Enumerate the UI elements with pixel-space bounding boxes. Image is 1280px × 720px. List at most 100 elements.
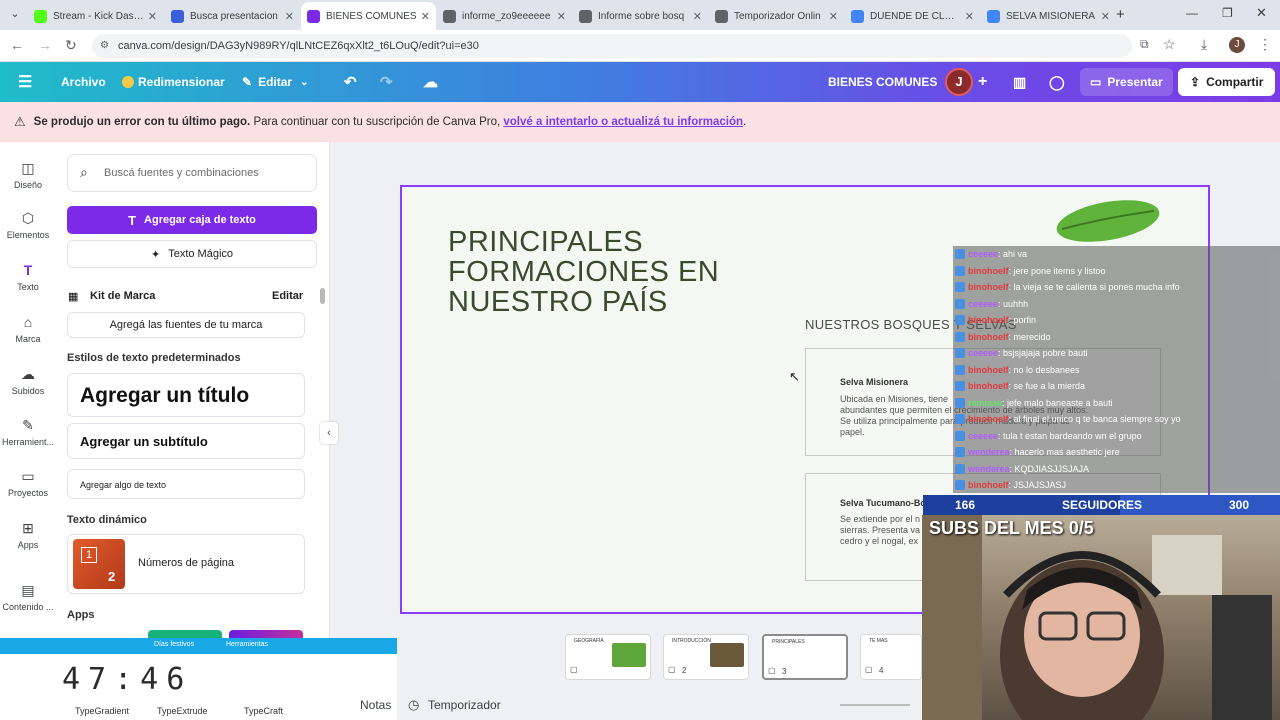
rail-item-folder[interactable]: ▭ Proyectos bbox=[0, 468, 56, 498]
chat-message: wenderea: hacerlo mas aesthetic jere bbox=[955, 444, 1120, 460]
rail-item-tools[interactable]: ✎ Herramient... bbox=[0, 417, 56, 447]
new-tab-icon[interactable]: + bbox=[1116, 6, 1125, 23]
tab-search-icon[interactable]: ⌄ bbox=[6, 7, 24, 23]
browser-tab[interactable]: SELVA MISIONERA ✕ bbox=[981, 4, 1116, 28]
tab-close-icon[interactable]: ✕ bbox=[1101, 10, 1110, 23]
bookmark-star-icon[interactable]: ☆ bbox=[1163, 36, 1176, 53]
rail-item-design[interactable]: ◫ Diseño bbox=[0, 160, 56, 190]
error-link[interactable]: volvé a intentarlo o actualizá tu inform… bbox=[503, 116, 743, 128]
chat-username: binohoelf bbox=[968, 315, 1009, 325]
rail-item-upload[interactable]: ☁ Subidos bbox=[0, 366, 56, 396]
leaf-image[interactable] bbox=[1052, 195, 1162, 251]
magic-text-button[interactable]: ✦ Texto Mágico bbox=[67, 240, 317, 268]
timer-tab-1[interactable]: TypeGradient bbox=[75, 706, 129, 716]
insights-chart-icon[interactable]: ▥ bbox=[1013, 62, 1026, 102]
thumb-number: 2 bbox=[682, 666, 687, 675]
url-input[interactable]: ⚙ canva.com/design/DAG3yN989RY/qlLNtCEZ6… bbox=[92, 34, 1132, 58]
reload-icon[interactable]: ↻ bbox=[65, 37, 77, 54]
notas-button[interactable]: Notas bbox=[360, 698, 391, 712]
add-textbox-button[interactable]: T Agregar caja de texto bbox=[67, 206, 317, 234]
page-thumbnail[interactable]: INTRODUCCIÓN ▢ 2 bbox=[663, 634, 749, 680]
rail-item-elements[interactable]: ⬡ Elementos bbox=[0, 210, 56, 240]
chat-username: ramiaaa bbox=[968, 397, 1003, 408]
temporizador-button[interactable]: Temporizador bbox=[428, 698, 501, 712]
site-info-icon[interactable]: ⚙ bbox=[100, 34, 109, 58]
presentar-button[interactable]: ▭ Presentar bbox=[1080, 68, 1173, 96]
profile-avatar[interactable]: J bbox=[1229, 37, 1245, 53]
browser-tab[interactable]: Stream - Kick Dashb ✕ bbox=[28, 4, 163, 28]
compartir-button[interactable]: ⇪ Compartir bbox=[1178, 68, 1276, 96]
page-thumbnail[interactable]: PRINCIPALES ▢ 3 bbox=[762, 634, 848, 680]
browser-tab[interactable]: Temporizador Onlin ✕ bbox=[709, 4, 844, 28]
chat-badge-icon bbox=[955, 381, 965, 391]
collapse-panel-chevron-icon[interactable]: ‹ bbox=[320, 422, 338, 444]
restore-icon[interactable]: ❐ bbox=[1222, 6, 1233, 20]
chat-badge-icon bbox=[955, 282, 965, 292]
rail-item-apps[interactable]: ⊞ Apps bbox=[0, 520, 56, 550]
timer-tab-2[interactable]: TypeExtrude bbox=[157, 706, 208, 716]
text-panel: ⌕ Buscá fuentes y combinaciones T Agrega… bbox=[56, 142, 330, 720]
install-icon[interactable]: ⧉ bbox=[1140, 37, 1149, 52]
hamburger-menu-icon[interactable]: ☰ bbox=[18, 62, 32, 102]
chat-message: binohoelf: JSJAJSJASJ bbox=[955, 477, 1066, 493]
document-title[interactable]: BIENES COMUNES bbox=[828, 62, 937, 102]
design-icon: ◫ bbox=[21, 160, 35, 176]
rail-item-brand[interactable]: ⌂ Marca bbox=[0, 314, 56, 344]
tab-close-icon[interactable]: ✕ bbox=[148, 10, 157, 23]
forward-icon[interactable]: → bbox=[38, 37, 52, 53]
undo-icon[interactable]: ↶ bbox=[344, 62, 357, 102]
download-icon[interactable]: ⤓ bbox=[1201, 36, 1207, 53]
page-numbers-item[interactable]: 1 2 Números de página bbox=[67, 534, 305, 594]
timer-tab-3[interactable]: TypeCraft bbox=[244, 706, 283, 716]
close-window-icon[interactable]: ✕ bbox=[1256, 5, 1267, 21]
card1-title: Selva Misionera bbox=[840, 377, 909, 387]
browser-tab[interactable]: informe_zo9eeeeee ✕ bbox=[437, 4, 572, 28]
payment-error-banner: ⚠ Se produjo un error con tu último pago… bbox=[0, 102, 1280, 142]
browser-menu-icon[interactable]: ⋮ bbox=[1258, 36, 1272, 53]
cloud-save-icon[interactable]: ☁ bbox=[423, 62, 438, 102]
tab-close-icon[interactable]: ✕ bbox=[421, 10, 430, 23]
rail-item-content[interactable]: ▤ Contenido ... bbox=[0, 582, 56, 612]
brand-kit-edit-link[interactable]: Editar bbox=[272, 290, 303, 302]
minimize-icon[interactable]: — bbox=[1186, 6, 1198, 20]
chat-message: binohoelf: no lo desbanees bbox=[955, 362, 1080, 378]
url-text: canva.com/design/DAG3yN989RY/qlLNtCEZ6qx… bbox=[118, 40, 479, 52]
editar-menu[interactable]: ✎ Editar ⌄ bbox=[242, 62, 308, 102]
rail-label: Elementos bbox=[6, 230, 50, 240]
chat-message: binohoelf: se fue a la mierda bbox=[955, 378, 1085, 394]
panel-scrollbar[interactable] bbox=[320, 288, 325, 304]
add-body-style[interactable]: Agregar algo de texto bbox=[67, 469, 305, 499]
back-icon[interactable]: ← bbox=[10, 37, 24, 53]
browser-tab[interactable]: Busca presentacion ✕ bbox=[165, 4, 300, 28]
crown-icon bbox=[122, 76, 134, 88]
browser-tab[interactable]: BIENES COMUNES ✕ bbox=[301, 2, 436, 30]
tab-close-icon[interactable]: ✕ bbox=[965, 10, 974, 23]
page-thumbnail[interactable]: TE MAS ▢ 4 bbox=[860, 634, 922, 680]
archivo-menu[interactable]: Archivo bbox=[61, 62, 106, 102]
rail-item-text[interactable]: T Texto bbox=[0, 262, 56, 292]
chat-username: binohoelf bbox=[968, 331, 1009, 342]
redo-icon[interactable]: ↷ bbox=[380, 62, 393, 102]
tab-close-icon[interactable]: ✕ bbox=[557, 10, 566, 23]
add-title-style[interactable]: Agregar un título bbox=[67, 373, 305, 417]
page-thumbnail[interactable]: GEOGRAFÍA ▢ bbox=[565, 634, 651, 680]
comment-icon[interactable]: ◯ bbox=[1049, 62, 1065, 102]
tab-close-icon[interactable]: ✕ bbox=[693, 10, 702, 23]
chat-badge-icon bbox=[955, 414, 965, 424]
webcam-feed bbox=[922, 515, 1280, 720]
brand-fonts-button[interactable]: Agregá las fuentes de tu marca bbox=[67, 312, 305, 338]
zoom-slider[interactable] bbox=[840, 704, 910, 706]
browser-tab[interactable]: DUENDE DE CLASH ✕ bbox=[845, 4, 980, 28]
tab-close-icon[interactable]: ✕ bbox=[285, 10, 294, 23]
font-search-input[interactable]: ⌕ Buscá fuentes y combinaciones bbox=[67, 154, 317, 192]
text-t-icon: T bbox=[128, 212, 137, 228]
redimensionar-button[interactable]: Redimensionar bbox=[122, 62, 225, 102]
add-collaborator-icon[interactable]: + bbox=[978, 62, 987, 102]
chat-text: : porfin bbox=[1008, 315, 1037, 325]
user-avatar[interactable]: J bbox=[945, 68, 973, 96]
add-subtitle-style[interactable]: Agregar un subtítulo bbox=[67, 423, 305, 459]
tab-close-icon[interactable]: ✕ bbox=[829, 10, 838, 23]
chat-username: binohoelf bbox=[968, 414, 1009, 424]
slide-title[interactable]: PRINCIPALES FORMACIONES EN NUESTRO PAÍS bbox=[448, 227, 719, 317]
browser-tab[interactable]: Informe sobre bosq ✕ bbox=[573, 4, 708, 28]
